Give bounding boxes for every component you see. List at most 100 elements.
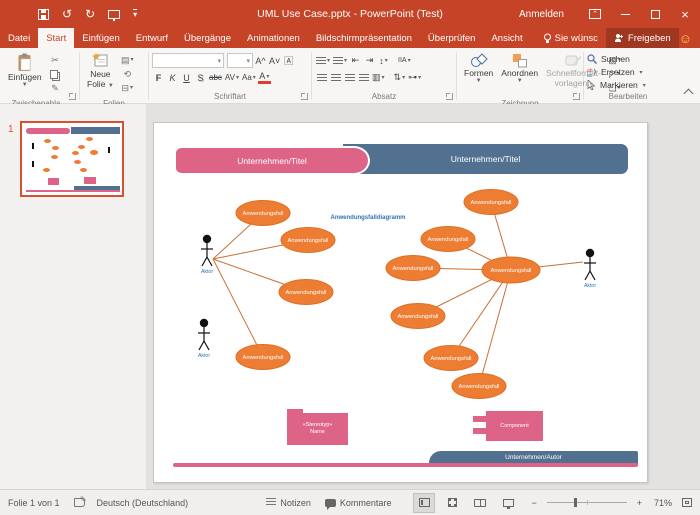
maximize-button[interactable] xyxy=(640,0,670,28)
share-button[interactable]: Freigeben xyxy=(606,28,679,48)
customize-qat-icon[interactable]: ▾ xyxy=(133,9,137,19)
replace-button[interactable]: abac Ersetzen ▾ xyxy=(587,67,669,77)
clear-formatting-icon[interactable]: 🄰 xyxy=(282,54,295,67)
close-button[interactable]: × xyxy=(670,0,700,28)
tab-start[interactable]: Start xyxy=(38,28,74,48)
character-spacing-button[interactable]: AV▾ xyxy=(224,71,240,84)
ribbon-display-options-icon[interactable]: ⌃ xyxy=(580,0,610,28)
actor-figure[interactable] xyxy=(201,235,213,266)
drawing-dialog-launcher[interactable] xyxy=(573,93,580,100)
slide-thumbnail[interactable] xyxy=(20,121,124,197)
align-right-icon[interactable] xyxy=(343,71,356,84)
actor-figure[interactable] xyxy=(584,249,596,280)
font-dialog-launcher[interactable] xyxy=(301,93,308,100)
font-color-button[interactable]: A▾ xyxy=(258,72,271,84)
uml-component-shape[interactable]: Component xyxy=(486,411,543,441)
view-reading-button[interactable] xyxy=(469,493,491,513)
paragraph-dialog-launcher[interactable] xyxy=(446,93,453,100)
align-text-icon[interactable]: ⇅▾ xyxy=(393,71,407,84)
start-slideshow-icon[interactable] xyxy=(108,10,120,19)
collapse-ribbon-icon[interactable] xyxy=(684,89,694,99)
zoom-in-button[interactable]: + xyxy=(637,498,642,508)
columns-icon[interactable]: ▥▾ xyxy=(371,71,386,84)
sign-in-button[interactable]: Anmelden xyxy=(503,9,580,20)
underline-button[interactable]: U xyxy=(180,71,193,84)
select-button[interactable]: Markieren ▾ xyxy=(587,80,669,90)
arrange-button[interactable]: Anordnen ▼ xyxy=(497,51,542,87)
view-slideshow-button[interactable] xyxy=(497,493,519,513)
thumb-actor xyxy=(32,143,34,149)
zoom-slider-handle[interactable] xyxy=(574,498,577,507)
tab-ansicht[interactable]: Ansicht xyxy=(483,28,530,48)
tab-ueberpruefen[interactable]: Überprüfen xyxy=(420,28,484,48)
find-button[interactable]: Suchen xyxy=(587,54,669,64)
tab-datei[interactable]: Datei xyxy=(0,28,38,48)
paste-button[interactable]: Einfügen ▼ xyxy=(4,51,46,91)
slide-layout-icon[interactable]: ▤▾ xyxy=(120,54,135,66)
tab-animationen[interactable]: Animationen xyxy=(239,28,308,48)
increase-indent-icon[interactable]: ⇥ xyxy=(363,54,376,67)
uml-package-shape[interactable]: «Stereotyp» Name xyxy=(287,413,348,445)
slide-counter[interactable]: Folie 1 von 1 xyxy=(8,498,60,508)
change-case-button[interactable]: Aa▾ xyxy=(241,71,257,84)
undo-icon[interactable]: ↺ xyxy=(62,8,72,20)
footer-bar[interactable] xyxy=(173,463,638,467)
tab-entwurf[interactable]: Entwurf xyxy=(128,28,176,48)
association-line[interactable] xyxy=(451,270,511,358)
fit-to-window-button[interactable] xyxy=(682,498,692,507)
text-direction-icon[interactable]: IIA▾ xyxy=(397,54,412,67)
numbering-icon[interactable]: ▾ xyxy=(332,54,348,67)
notes-button[interactable]: Notizen xyxy=(266,498,311,508)
association-line[interactable] xyxy=(479,270,511,386)
zoom-slider[interactable] xyxy=(547,502,627,503)
tab-einfuegen[interactable]: Einfügen xyxy=(74,28,128,48)
copy-icon[interactable] xyxy=(48,68,63,80)
view-slide-sorter-button[interactable] xyxy=(441,493,463,513)
save-icon[interactable] xyxy=(38,9,49,20)
spellcheck-icon[interactable] xyxy=(74,498,85,507)
actor-figure[interactable] xyxy=(198,319,210,350)
slide[interactable]: Unternehmen/Titel Unternehmen/Titel Anwe… xyxy=(153,122,648,483)
line-spacing-icon[interactable]: ↕▾ xyxy=(377,54,390,67)
shapes-button[interactable]: Formen ▼ xyxy=(460,51,497,87)
shrink-font-button[interactable]: A˅ xyxy=(268,54,281,67)
format-painter-icon[interactable]: ✎ xyxy=(48,82,63,94)
ribbon-tab-bar: Datei Start Einfügen Entwurf Übergänge A… xyxy=(0,28,700,48)
section-icon[interactable]: ⊟▾ xyxy=(120,82,135,94)
comments-button[interactable]: Kommentare xyxy=(325,498,392,508)
decrease-indent-icon[interactable]: ⇤ xyxy=(349,54,362,67)
text-shadow-button[interactable]: S xyxy=(194,71,207,84)
justify-icon[interactable] xyxy=(357,71,370,84)
grow-font-button[interactable]: A^ xyxy=(254,54,267,67)
strikethrough-button[interactable]: abc xyxy=(208,71,223,84)
font-name-select[interactable]: ▾ xyxy=(152,53,224,68)
tell-me-box[interactable]: Sie wünsc xyxy=(535,28,606,48)
reset-slide-icon[interactable]: ⟲ xyxy=(120,68,135,80)
new-slide-button[interactable]: Neue Folie ▼ xyxy=(83,51,118,92)
convert-smartart-icon[interactable]: ⊶▾ xyxy=(407,71,422,84)
align-center-icon[interactable] xyxy=(329,71,342,84)
feedback-smiley-icon[interactable]: ☺ xyxy=(679,28,692,48)
notes-icon xyxy=(266,498,276,507)
slide-canvas[interactable]: Unternehmen/Titel Unternehmen/Titel Anwe… xyxy=(146,104,700,489)
usecase-diagram[interactable]: AnwendungsfallAnwendungsfallAnwendungsfa… xyxy=(154,123,649,484)
bullets-icon[interactable]: ▾ xyxy=(315,54,331,67)
align-left-icon[interactable] xyxy=(315,71,328,84)
zoom-percentage[interactable]: 71% xyxy=(654,498,672,508)
new-slide-icon xyxy=(92,53,109,69)
font-size-select[interactable]: ▾ xyxy=(227,53,253,68)
cut-icon[interactable]: ✂ xyxy=(48,54,63,66)
thumb-actor xyxy=(108,147,110,153)
tab-bildschirmpraesentation[interactable]: Bildschirmpräsentation xyxy=(308,28,420,48)
language-indicator[interactable]: Deutsch (Deutschland) xyxy=(97,498,189,508)
view-normal-button[interactable] xyxy=(413,493,435,513)
zoom-out-button[interactable]: − xyxy=(531,498,536,508)
minimize-button[interactable] xyxy=(610,0,640,28)
italic-button[interactable]: K xyxy=(166,71,179,84)
bold-button[interactable]: F xyxy=(152,71,165,84)
arrange-icon xyxy=(512,53,528,68)
redo-icon[interactable]: ↻ xyxy=(85,8,95,20)
usecase-label: Anwendungsfall xyxy=(286,290,327,296)
clipboard-dialog-launcher[interactable] xyxy=(69,93,76,100)
tab-uebergaenge[interactable]: Übergänge xyxy=(176,28,239,48)
